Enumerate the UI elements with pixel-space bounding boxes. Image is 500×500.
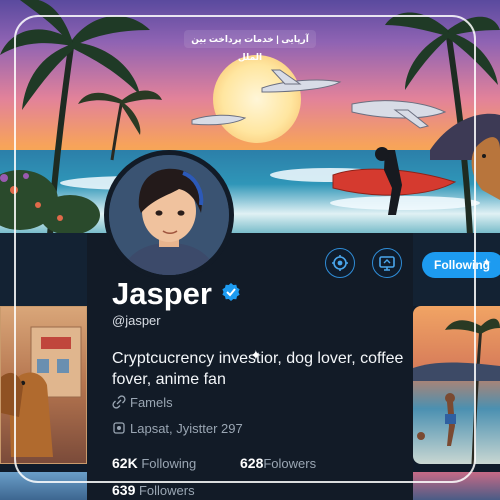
followers-label: Followers [138, 483, 195, 498]
followers-count: 639 [112, 482, 136, 498]
decorative-frame [14, 15, 476, 483]
followers-stat[interactable]: 639 Followers [112, 482, 195, 498]
sparkle-icon: ✦ [482, 257, 492, 269]
profile-screen: آرپایی | خدمات پرداخت بین الملل Followin… [0, 0, 500, 500]
